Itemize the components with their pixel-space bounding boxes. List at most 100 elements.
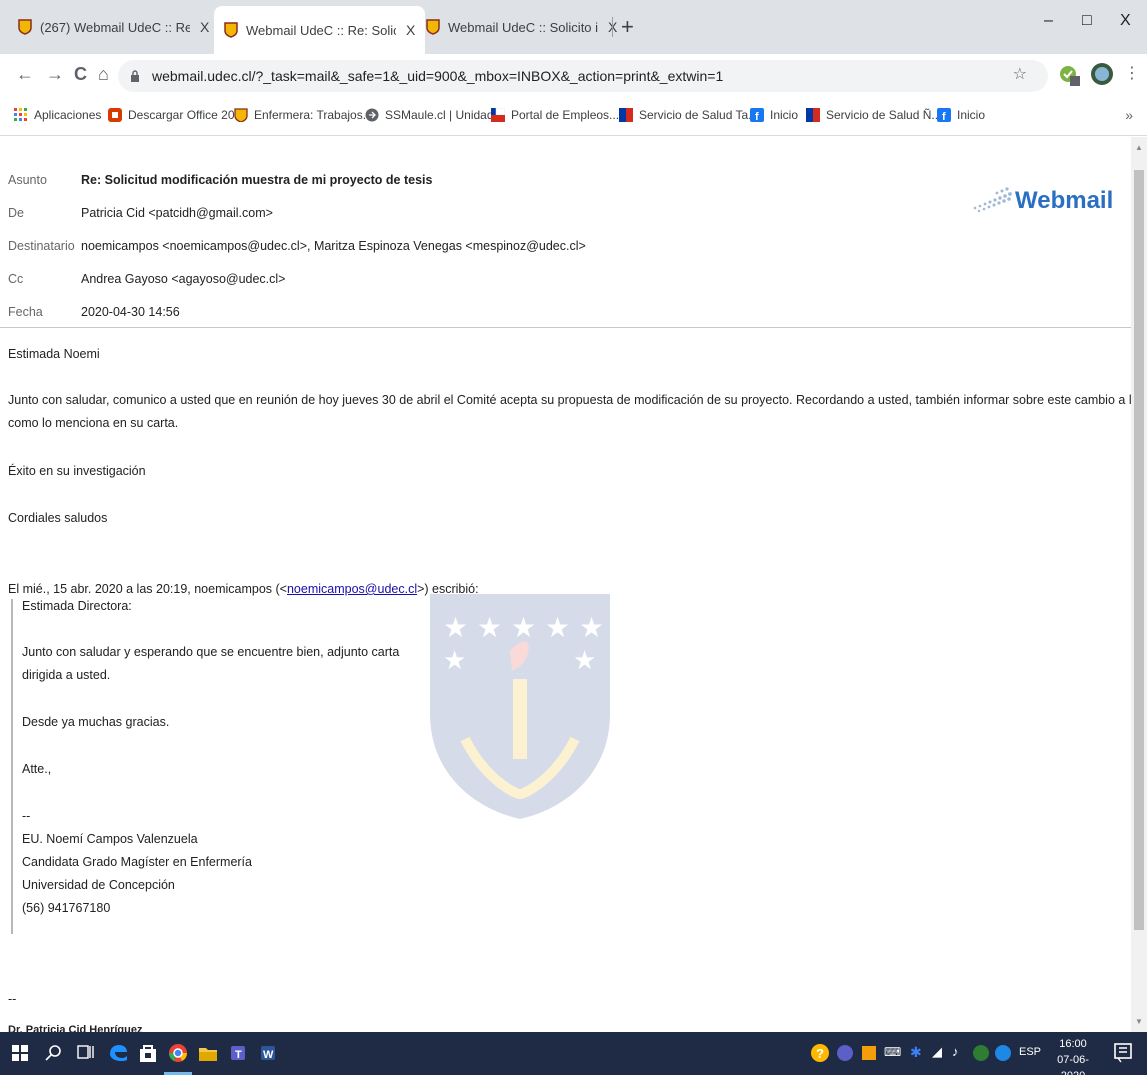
svg-text:★ ★ ★ ★ ★: ★ ★ ★ ★ ★: [443, 611, 604, 644]
teams-icon[interactable]: T: [228, 1043, 248, 1063]
tray-app-icon[interactable]: [860, 1044, 878, 1062]
flag-icon: [619, 108, 633, 122]
shield-icon: [234, 108, 248, 122]
svg-text:W: W: [263, 1049, 274, 1061]
udec-crest-watermark: ★ ★ ★ ★ ★ ★ ★: [430, 594, 610, 819]
body-wish: Éxito en su investigación: [8, 464, 146, 478]
bookmark-label: Inicio: [770, 108, 799, 122]
quote-intro: El mié., 15 abr. 2020 a las 20:19, noemi…: [8, 582, 479, 596]
home-button[interactable]: ⌂: [98, 64, 109, 85]
scroll-up-arrow-icon[interactable]: ▲: [1135, 143, 1143, 152]
clock-date: 07-06-2020: [1057, 1054, 1089, 1075]
back-button[interactable]: ←: [16, 64, 34, 85]
bookmark-label: Servicio de Salud Ta...: [639, 108, 759, 122]
clock-time: 16:00: [1059, 1038, 1087, 1050]
vertical-scrollbar[interactable]: ▲ ▼: [1131, 137, 1147, 1032]
email-date: 2020-04-30 14:56: [81, 305, 180, 319]
lock-icon: [131, 70, 139, 82]
email-to: noemicampos <noemicampos@udec.cl>, Marit…: [81, 239, 586, 253]
search-icon[interactable]: [45, 1044, 63, 1062]
sender-signature-cutoff: Dr. Patricia Cid Henríquez: [8, 1024, 143, 1032]
tab-webmail-solicito[interactable]: Webmail UdeC :: Solicito informa X: [416, 8, 627, 46]
body-closing: Cordiales saludos: [8, 511, 108, 525]
windows-start-icon[interactable]: [12, 1045, 28, 1061]
bluetooth-icon[interactable]: ✱: [910, 1044, 922, 1061]
apps-grid-icon: [14, 108, 27, 121]
quote-intro-text: El mié., 15 abr. 2020 a las 20:19, noemi…: [8, 582, 287, 596]
close-window-button[interactable]: X: [1120, 12, 1131, 30]
signature-university: Universidad de Concepción: [22, 878, 175, 892]
bookmarks-overflow-button[interactable]: »: [1125, 107, 1133, 123]
extension-icon[interactable]: [1058, 64, 1082, 88]
word-icon[interactable]: W: [258, 1043, 278, 1063]
address-bar[interactable]: webmail.udec.cl/?_task=mail&_safe=1&_uid…: [118, 60, 1048, 92]
header-label: Asunto: [8, 173, 47, 187]
bookmark-office[interactable]: Descargar Office 20...: [108, 108, 245, 122]
bookmark-salud-nuble[interactable]: Servicio de Salud Ñ...: [806, 108, 941, 122]
wifi-icon[interactable]: ◢: [932, 1044, 942, 1060]
signature-title: Candidata Grado Magíster en Enfermería: [22, 855, 252, 869]
chrome-icon[interactable]: [168, 1043, 188, 1063]
new-tab-button[interactable]: +: [621, 14, 634, 40]
tab-title: (267) Webmail UdeC :: Re: Solicit: [40, 19, 190, 35]
task-view-icon[interactable]: [77, 1044, 95, 1062]
svg-text:T: T: [235, 1049, 242, 1061]
bookmark-label: Portal de Empleos...: [511, 108, 620, 122]
webmail-logo: Webmail: [973, 187, 1113, 214]
bookmark-label: Enfermera: Trabajos...: [254, 108, 373, 122]
tray-keyboard-icon[interactable]: ⌨: [884, 1045, 901, 1059]
header-divider: [0, 327, 1131, 328]
body-paragraph-line: como lo menciona en su carta.: [8, 416, 179, 430]
store-icon[interactable]: [138, 1043, 158, 1063]
bookmark-star-icon[interactable]: ☆: [1013, 64, 1027, 84]
forward-button[interactable]: →: [46, 64, 64, 85]
bookmark-enfermera[interactable]: Enfermera: Trabajos...: [234, 108, 373, 122]
browser-menu-icon[interactable]: ⋮: [1124, 63, 1140, 83]
tab-webmail-current[interactable]: Webmail UdeC :: Re: Solicitud mo X: [214, 6, 426, 54]
tray-network-icon[interactable]: [994, 1044, 1012, 1062]
file-explorer-icon[interactable]: [198, 1043, 218, 1063]
notification-center-icon[interactable]: [1114, 1043, 1132, 1063]
scroll-down-arrow-icon[interactable]: ▼: [1135, 1017, 1143, 1026]
tray-badge-icon[interactable]: [836, 1044, 854, 1062]
tray-shield-icon[interactable]: [972, 1044, 990, 1062]
reload-button[interactable]: C: [74, 64, 87, 85]
url-text: webmail.udec.cl/?_task=mail&_safe=1&_uid…: [152, 68, 724, 84]
bookmark-facebook-inicio[interactable]: f Inicio: [750, 108, 798, 122]
quote-line: dirigida a usted.: [22, 668, 111, 682]
email-cc: Andrea Gayoso <agayoso@udec.cl>: [81, 272, 286, 286]
tab-webmail-inbox[interactable]: (267) Webmail UdeC :: Re: Solicit X: [8, 8, 219, 46]
quote-intro-text: >) escribió:: [417, 582, 479, 596]
volume-icon[interactable]: ♪: [952, 1044, 959, 1059]
tab-title: Webmail UdeC :: Re: Solicitud mo: [246, 22, 396, 38]
quote-atte: Atte.,: [22, 762, 52, 776]
profile-avatar[interactable]: [1090, 62, 1114, 86]
bookmark-label: Inicio: [957, 108, 986, 122]
bookmark-facebook-inicio-2[interactable]: f Inicio: [937, 108, 985, 122]
bookmark-salud-talca[interactable]: Servicio de Salud Ta...: [619, 108, 758, 122]
body-paragraph-line: Junto con saludar, comunico a usted que …: [8, 393, 1131, 407]
scroll-thumb[interactable]: [1134, 170, 1144, 930]
system-clock[interactable]: 16:00 07-06-2020: [1046, 1036, 1100, 1075]
tab-close-icon[interactable]: X: [200, 19, 209, 35]
bookmark-ssmaule[interactable]: SSMaule.cl | Unidad...: [365, 108, 504, 122]
header-label: Fecha: [8, 305, 43, 319]
email-print-view: Asunto Re: Solicitud modificación muestr…: [0, 137, 1131, 1032]
body-greeting: Estimada Noemi: [8, 347, 100, 361]
svg-text:Webmail: Webmail: [1015, 187, 1113, 214]
bookmark-label: SSMaule.cl | Unidad...: [385, 108, 504, 122]
udec-shield-icon: [18, 19, 32, 35]
edge-browser-icon[interactable]: [108, 1043, 128, 1063]
quoted-message: Estimada Directora: Junto con saludar y …: [11, 599, 411, 934]
bookmark-portal-empleos[interactable]: Portal de Empleos...: [491, 108, 619, 122]
bookmark-aplicaciones[interactable]: Aplicaciones: [14, 108, 101, 122]
quoted-sender-link[interactable]: noemicampos@udec.cl: [287, 582, 417, 596]
svg-text:f: f: [942, 111, 946, 122]
header-label: Destinatario: [8, 239, 75, 253]
minimize-button[interactable]: –: [1044, 12, 1053, 30]
bookmark-label: Descargar Office 20...: [128, 108, 245, 122]
maximize-button[interactable]: □: [1082, 12, 1092, 30]
language-indicator[interactable]: ESP: [1019, 1046, 1041, 1058]
help-icon[interactable]: ?: [810, 1043, 830, 1063]
tab-close-icon[interactable]: X: [406, 22, 415, 38]
